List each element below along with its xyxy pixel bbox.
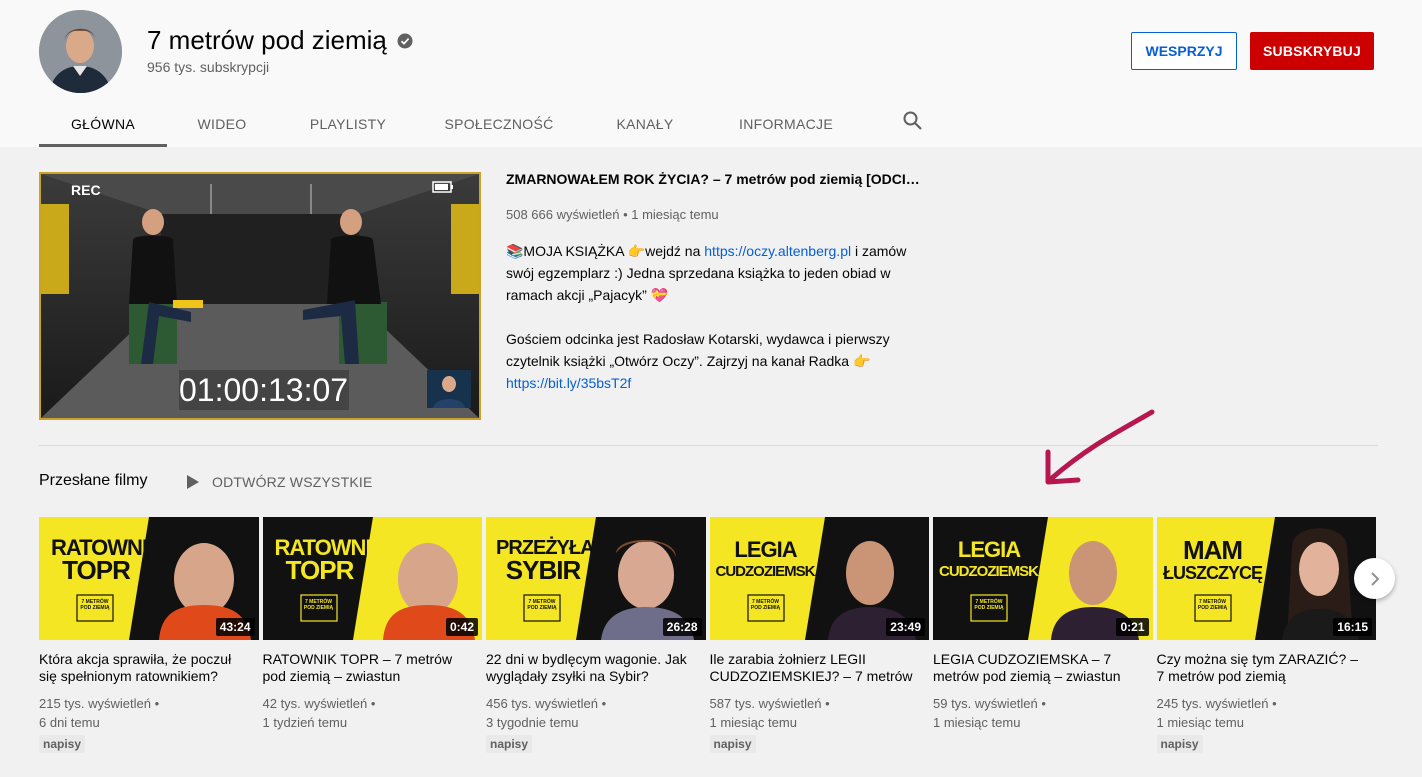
featured-video-player[interactable]: REC 01:00:13:07 [39, 172, 481, 420]
video-thumbnail[interactable]: RATOWNIK TOPR 7 METRÓW POD ZIEMIĄ 43:24 [39, 517, 259, 640]
video-thumbnail[interactable]: RATOWNIK TOPR 7 METRÓW POD ZIEMIĄ 0:42 [262, 517, 482, 640]
video-duration: 43:24 [215, 618, 255, 636]
thumb-text: CUDZOZIEMSKA [939, 563, 1049, 580]
thumb-logo: 7 METRÓW POD ZIEMIĄ [974, 599, 1004, 611]
channel-avatar[interactable] [39, 10, 122, 93]
featured-video-title[interactable]: ZMARNOWAŁEM ROK ŻYCIA? – 7 metrów pod zi… [506, 171, 926, 187]
featured-video-meta: 508 666 wyświetleń • 1 miesiąc temu [506, 207, 719, 222]
support-button[interactable]: WESPRZYJ [1131, 32, 1237, 70]
thumb-logo: 7 METRÓW POD ZIEMIĄ [303, 599, 334, 611]
video-meta: 245 tys. wyświetleń • 1 miesiąc temu [1156, 696, 1277, 730]
thumb-text: LEGIA [957, 537, 1021, 562]
video-duration: 16:15 [1333, 618, 1372, 636]
video-thumbnail[interactable]: MAM ŁUSZCZYCĘ 7 METRÓW POD ZIEMIĄ 16:15 [1156, 517, 1376, 640]
subtitles-badge: napisy [39, 735, 86, 753]
thumb-text: ŁUSZCZYCĘ [1163, 563, 1263, 583]
thumb-text: CUDZOZIEMSKA [715, 563, 826, 580]
search-icon[interactable] [901, 109, 925, 133]
video-card[interactable]: LEGIA CUDZOZIEMSKA 7 METRÓW POD ZIEMIĄ 0… [933, 517, 1153, 753]
thumb-text: MAM [1182, 535, 1243, 565]
book-link[interactable]: https://oczy.altenberg.pl [704, 243, 851, 259]
video-thumbnail[interactable]: LEGIA CUDZOZIEMSKA 7 METRÓW POD ZIEMIĄ 0… [933, 517, 1153, 640]
verified-icon [397, 33, 413, 48]
play-all-button[interactable]: ODTWÓRZ WSZYSTKIE [186, 474, 373, 490]
video-card[interactable]: RATOWNIK TOPR 7 METRÓW POD ZIEMIĄ 43:24 … [39, 517, 259, 753]
video-meta: 59 tys. wyświetleń • 1 miesiąc temu [933, 696, 1046, 730]
thumb-logo: 7 METRÓW POD ZIEMIĄ [527, 599, 557, 611]
subtitles-badge: napisy [1156, 735, 1203, 753]
video-duration: 0:42 [445, 618, 478, 636]
thumb-logo: 7 METRÓW POD ZIEMIĄ [80, 599, 110, 611]
tab-about[interactable]: INFORMACJE [711, 100, 861, 147]
video-title[interactable]: LEGIA CUDZOZIEMSKA – 7 metrów pod ziemią… [933, 651, 1153, 685]
tab-home[interactable]: GŁÓWNA [39, 100, 167, 147]
video-meta: 42 tys. wyświetleń • 1 tydzień temu [262, 696, 376, 730]
tab-videos[interactable]: WIDEO [167, 100, 277, 147]
featured-video-description: 📚MOJA KSIĄŻKA 👉wejdź na https://oczy.alt… [506, 243, 907, 391]
video-card[interactable]: PRZEŻYŁAM SYBIR 7 METRÓW POD ZIEMIĄ 26:2… [486, 517, 706, 753]
video-card[interactable]: LEGIA CUDZOZIEMSKA 7 METRÓW POD ZIEMIĄ 2… [709, 517, 930, 753]
video-duration: 23:49 [886, 618, 925, 636]
thumb-text: LEGIA [734, 537, 797, 562]
video-thumbnail[interactable]: LEGIA CUDZOZIEMSKA 7 METRÓW POD ZIEMIĄ 2… [709, 517, 929, 640]
tab-playlists[interactable]: PLAYLISTY [277, 100, 419, 147]
subtitles-badge: napisy [709, 735, 756, 753]
channel-tabs: GŁÓWNA WIDEO PLAYLISTY SPOŁECZNOŚĆ KANAŁ… [39, 100, 861, 147]
rec-label: REC [71, 182, 101, 198]
video-title[interactable]: Która akcja sprawiła, że poczuł się speł… [39, 651, 259, 685]
video-meta: 215 tys. wyświetleń • 6 dni temu [39, 696, 160, 730]
video-meta: 587 tys. wyświetleń • 1 miesiąc temu [709, 696, 830, 730]
subtitles-badge: napisy [486, 735, 533, 753]
video-title[interactable]: 22 dni w bydlęcym wagonie. Jak wyglądały… [486, 651, 706, 685]
channel-header: 7 metrów pod ziemią 956 tys. subskrypcji… [0, 0, 1422, 147]
shelf-next-button[interactable] [1354, 558, 1395, 599]
video-duration: 26:28 [662, 618, 702, 636]
tab-channels[interactable]: KANAŁY [579, 100, 711, 147]
video-title[interactable]: Ile zarabia żołnierz LEGII CUDZOZIEMSKIE… [710, 651, 930, 685]
tab-community[interactable]: SPOŁECZNOŚĆ [419, 100, 579, 147]
annotation-arrow-icon [1045, 409, 1155, 485]
chevron-right-icon [1370, 571, 1379, 586]
video-title[interactable]: RATOWNIK TOPR – 7 metrów pod ziemią – zw… [263, 651, 483, 685]
thumb-text: TOPR [285, 555, 355, 585]
channel-name: 7 metrów pod ziemią [147, 25, 413, 56]
section-divider [39, 445, 1378, 446]
uploads-grid: RATOWNIK TOPR 7 METRÓW POD ZIEMIĄ 43:24 … [39, 517, 1376, 753]
video-duration: 0:21 [1116, 618, 1149, 636]
subscriber-count: 956 tys. subskrypcji [147, 59, 270, 75]
thumb-text: TOPR [62, 555, 131, 585]
video-thumbnail[interactable]: PRZEŻYŁAM SYBIR 7 METRÓW POD ZIEMIĄ 26:2… [486, 517, 706, 640]
video-meta: 456 tys. wyświetleń • 3 tygodnie temu [486, 696, 607, 730]
thumb-logo: 7 METRÓW POD ZIEMIĄ [750, 599, 781, 611]
play-icon [187, 475, 199, 489]
guest-channel-link[interactable]: https://bit.ly/35bsT2f [506, 375, 631, 391]
thumb-text: SYBIR [505, 555, 581, 585]
video-card[interactable]: RATOWNIK TOPR 7 METRÓW POD ZIEMIĄ 0:42 R… [262, 517, 483, 753]
video-title[interactable]: Czy można się tym ZARAZIĆ? – 7 metrów po… [1157, 651, 1377, 685]
video-card[interactable]: MAM ŁUSZCZYCĘ 7 METRÓW POD ZIEMIĄ 16:15 … [1156, 517, 1377, 753]
subscribe-button[interactable]: SUBSKRYBUJ [1250, 32, 1374, 70]
timecode: 01:00:13:07 [179, 372, 349, 408]
uploads-shelf-title: Przesłane filmy [39, 472, 148, 489]
thumb-logo: 7 METRÓW POD ZIEMIĄ [1197, 599, 1228, 611]
